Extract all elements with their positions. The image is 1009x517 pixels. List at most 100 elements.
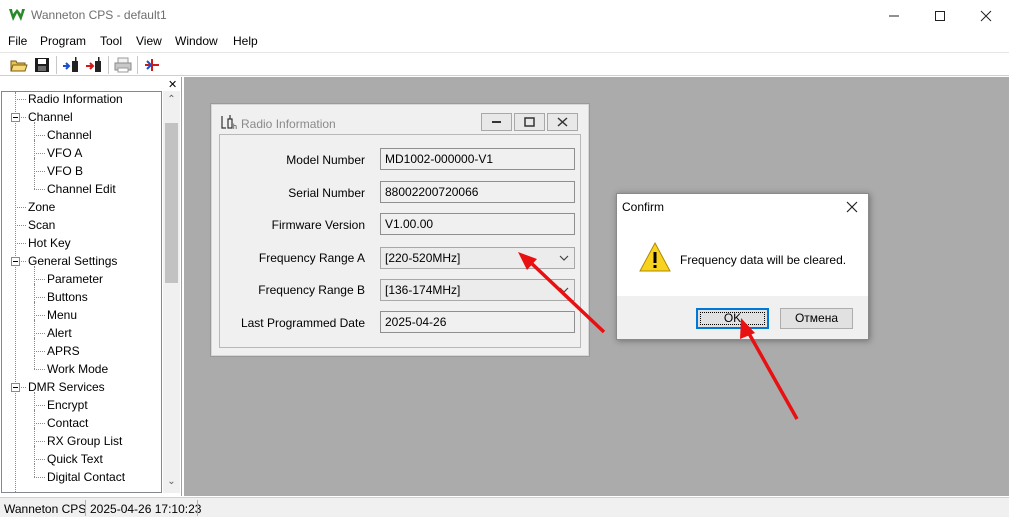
svg-text:h: h [233, 124, 237, 130]
tree-scrollbar[interactable]: ⌃ ⌄ [163, 91, 180, 493]
minimize-button[interactable] [871, 0, 917, 31]
serial-number-field[interactable]: 88002200720066 [380, 181, 575, 203]
tree-item[interactable]: General Settings [28, 252, 117, 270]
radio-info-title: Radio Information [241, 117, 336, 131]
scroll-thumb[interactable] [165, 123, 178, 283]
tree-guide-line [34, 477, 45, 478]
tree-collapse-icon[interactable] [11, 383, 20, 392]
tree-guide-line [34, 302, 35, 320]
radio-info-form: Model Number MD1002-000000-V1 Serial Num… [219, 134, 581, 348]
tree-guide-line [34, 189, 45, 190]
tree-item[interactable]: Buttons [47, 288, 88, 306]
maximize-button[interactable] [917, 0, 963, 31]
open-button[interactable] [9, 55, 29, 75]
confirm-close-button[interactable] [841, 198, 863, 216]
frequency-range-a-select[interactable]: [220-520MHz] [380, 247, 575, 269]
tree-item[interactable]: RX Group List [47, 432, 122, 450]
connect-button[interactable] [142, 55, 162, 75]
tree-item[interactable]: Quick Text [47, 450, 103, 468]
status-datetime: 2025-04-26 17:10:23 [90, 502, 202, 516]
tree-item[interactable]: Menu [47, 306, 77, 324]
tree-guide-line [34, 464, 35, 477]
menu-help[interactable]: Help [233, 34, 258, 48]
tree-item[interactable]: VFO A [47, 144, 82, 162]
menu-program[interactable]: Program [40, 34, 86, 48]
cancel-button[interactable]: Отмена [780, 308, 853, 329]
radio-connect-icon [145, 59, 159, 71]
tree-item[interactable]: Channel Edit [47, 180, 116, 198]
tree-guide-line [34, 140, 35, 158]
close-window-button[interactable] [963, 0, 1009, 31]
chevron-down-icon [559, 255, 569, 261]
toolbar-separator [137, 56, 138, 74]
navigation-panel: ✕ Radio Information Channel Channel VFO A VF… [0, 77, 182, 496]
tree-item[interactable]: Scan [28, 216, 55, 234]
tree-item[interactable]: Parameter [47, 270, 103, 288]
tree-guide-line [34, 135, 45, 136]
serial-number-label: Serial Number [288, 186, 365, 200]
menu-view[interactable]: View [136, 34, 162, 48]
menu-bar: File Program Tool View Window Help [0, 31, 1009, 51]
model-number-field[interactable]: MD1002-000000-V1 [380, 148, 575, 170]
tree-guide-line [34, 122, 35, 140]
mdi-close-button[interactable] [547, 113, 578, 131]
tree-guide-line [34, 369, 45, 370]
firmware-version-field[interactable]: V1.00.00 [380, 213, 575, 235]
maximize-icon [935, 11, 945, 21]
tree-guide-line [34, 320, 35, 338]
scroll-up-icon[interactable]: ⌃ [163, 91, 180, 108]
ok-button[interactable]: OK [696, 308, 769, 329]
tree-guide-line [34, 441, 45, 442]
menu-window[interactable]: Window [175, 34, 218, 48]
mdi-restore-button[interactable] [514, 113, 545, 131]
navigation-tree: Radio Information Channel Channel VFO A VFO … [1, 91, 162, 493]
read-radio-button[interactable] [61, 55, 81, 75]
tree-item[interactable]: Digital Contact [47, 468, 125, 486]
tree-item[interactable]: Hot Key [28, 234, 71, 252]
tree-collapse-icon[interactable] [11, 257, 20, 266]
save-button[interactable] [32, 55, 52, 75]
frequency-range-b-value: [136-174MHz] [385, 283, 461, 297]
tree-item[interactable]: Zone [28, 198, 55, 216]
mdi-minimize-button[interactable] [481, 113, 512, 131]
tree-guide-line [15, 225, 26, 226]
write-radio-button[interactable] [84, 55, 104, 75]
tree-item[interactable]: VFO B [47, 162, 83, 180]
window-title: Wanneton CPS - default1 [31, 8, 167, 22]
tree-item[interactable]: Encrypt [47, 396, 88, 414]
tree-guide-line [34, 446, 35, 464]
tree-item[interactable]: APRS [47, 342, 80, 360]
tree-guide-line [34, 284, 35, 302]
tree-guide-line [15, 99, 26, 100]
menu-file[interactable]: File [8, 34, 27, 48]
toolbar-separator [108, 56, 109, 74]
tree-guide-line [34, 405, 45, 406]
tree-item[interactable]: Radio Information [28, 92, 123, 108]
tree-item[interactable]: Contact [47, 414, 88, 432]
save-icon [35, 58, 49, 72]
tree-item[interactable]: Alert [47, 324, 72, 342]
last-programmed-date-value: 2025-04-26 [385, 315, 447, 329]
warning-icon [639, 241, 671, 272]
last-programmed-date-field[interactable]: 2025-04-26 [380, 311, 575, 333]
frequency-range-b-select[interactable]: [136-174MHz] [380, 279, 575, 301]
tree-guide-line [34, 428, 35, 446]
tree-guide-line [34, 410, 35, 428]
model-number-label: Model Number [286, 153, 365, 167]
print-button[interactable] [113, 55, 133, 75]
tree-guide-line [34, 459, 45, 460]
last-programmed-date-label: Last Programmed Date [240, 316, 365, 330]
tree-item[interactable]: DMR Services [28, 378, 105, 396]
scroll-down-icon[interactable]: ⌄ [163, 473, 180, 490]
tree-guide-line [15, 92, 16, 492]
tree-guide-line [34, 153, 45, 154]
tree-collapse-icon[interactable] [11, 113, 20, 122]
tree-item[interactable]: Channel [47, 126, 92, 144]
toolbar-separator [56, 56, 57, 74]
menu-tool[interactable]: Tool [100, 34, 122, 48]
panel-close-icon[interactable]: ✕ [168, 78, 177, 91]
status-separator [197, 500, 198, 516]
tree-guide-line [34, 392, 35, 410]
frequency-range-a-label: Frequency Range A [258, 251, 365, 265]
tree-item[interactable]: Work Mode [47, 360, 108, 378]
